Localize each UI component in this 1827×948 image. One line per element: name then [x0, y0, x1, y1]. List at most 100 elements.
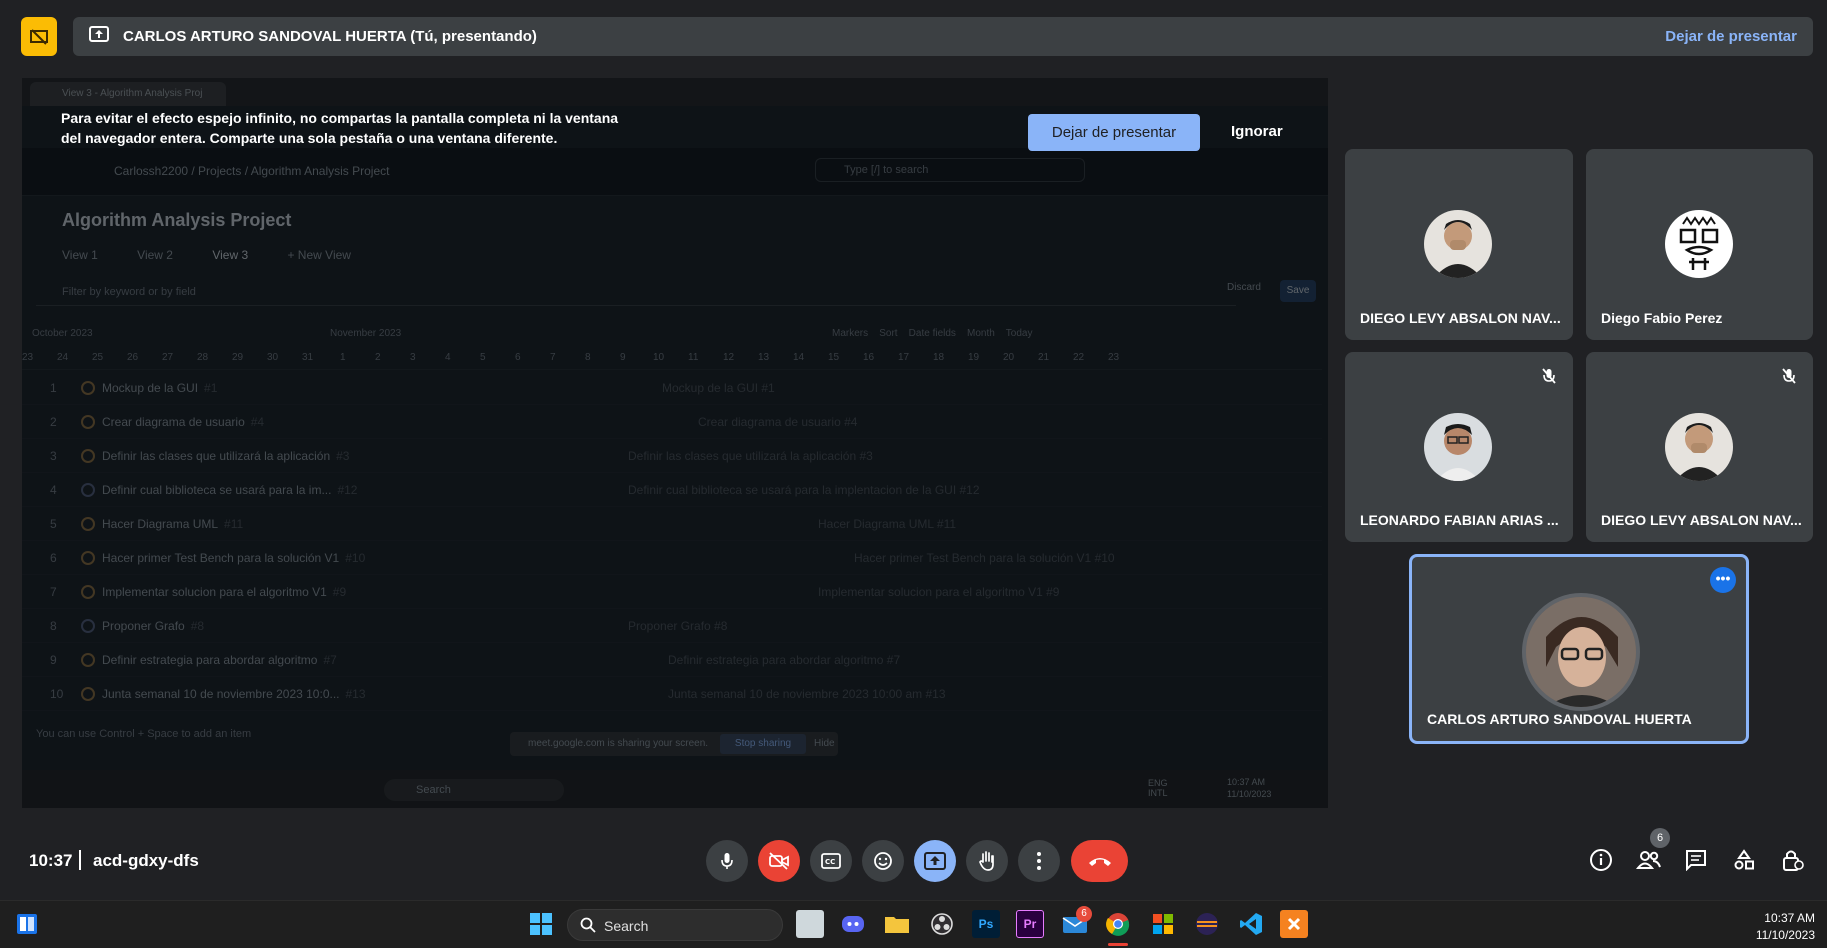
project-title: Algorithm Analysis Project: [62, 210, 292, 230]
folder-icon[interactable]: [883, 910, 911, 938]
host-controls-button[interactable]: [1778, 845, 1808, 875]
more-options-icon[interactable]: •••: [1710, 567, 1736, 593]
discord-icon[interactable]: [839, 910, 867, 938]
table-row: 4 Definir cual biblioteca se usará para …: [22, 473, 1322, 507]
roadmap-months: October 2023 November 2023 Markers Sort …: [32, 328, 1322, 339]
roadmap-days: 23 24 25 26 27 28 29 30 31 1 2 3 4 5 6 7 8 9 10 11 12 13 14 15…: [22, 348, 1322, 370]
premiere-icon[interactable]: Pr: [1016, 910, 1044, 938]
camera-off-icon: [769, 852, 789, 870]
divider: [79, 850, 81, 870]
presenting-indicator-icon: [21, 17, 57, 56]
table-row: 2 Crear diagrama de usuario #4 Crear diag…: [22, 405, 1322, 439]
participant-name: Diego Fabio Perez: [1601, 310, 1723, 326]
raise-hand-icon: [979, 851, 994, 871]
reactions-button[interactable]: [862, 840, 904, 882]
meeting-code: acd-gdxy-dfs: [93, 851, 199, 870]
ignore-button[interactable]: Ignorar: [1231, 123, 1283, 140]
end-call-button[interactable]: [1071, 840, 1128, 882]
mic-off-icon: [1779, 366, 1799, 386]
activities-icon: [1734, 849, 1754, 870]
mirror-warning-text: Para evitar el efecto espejo infinito, n…: [61, 110, 619, 146]
participant-tile[interactable]: DIEGO LEVY ABSALON NAV...: [1586, 352, 1813, 542]
chrome-icon[interactable]: [1104, 910, 1132, 938]
table-row: 1 Mockup de la GUI #1 Mockup de la GUI #1: [22, 371, 1322, 405]
shared-language: ENG INTL: [1148, 778, 1168, 798]
eclipse-icon[interactable]: [1193, 910, 1221, 938]
people-button[interactable]: [1634, 845, 1664, 875]
table-row: 9 Definir estrategia para abordar algori…: [22, 643, 1322, 677]
task-view-icon[interactable]: [13, 910, 41, 938]
windows-taskbar: [0, 900, 1827, 948]
presenting-banner: CARLOS ARTURO SANDOVAL HUERTA (Tú, prese…: [73, 17, 1813, 56]
shared-taskbar: Search ENG INTL 10:37 AM 11/10/2023: [22, 770, 1328, 808]
breadcrumb: Carlossh2200 / Projects / Algorithm Anal…: [114, 164, 390, 178]
participant-name: CARLOS ARTURO SANDOVAL HUERTA: [1427, 711, 1692, 727]
tab-view-2: View 2: [137, 248, 173, 262]
month-october: October 2023: [32, 328, 93, 339]
browser-tab: View 3 - Algorithm Analysis Proj: [30, 82, 226, 106]
info-icon: [1590, 849, 1612, 871]
month-november: November 2023: [330, 328, 402, 339]
table-row: 10 Junta semanal 10 de noviembre 2023 10…: [22, 677, 1322, 711]
roadmap-toolbar: Markers Sort Date fields Month Today: [832, 328, 1033, 339]
raise-hand-button[interactable]: [966, 840, 1008, 882]
activities-button[interactable]: [1729, 845, 1759, 875]
office-icon[interactable]: [1149, 910, 1177, 938]
participant-tile[interactable]: DIEGO LEVY ABSALON NAV...: [1345, 149, 1573, 340]
browser-tab-bar: View 3 - Algorithm Analysis Proj: [22, 78, 1328, 106]
tab-view-1: View 1: [62, 248, 98, 262]
end-call-icon: [1088, 858, 1111, 866]
table-row: 7 Implementar solucion para el algoritmo…: [22, 575, 1322, 609]
table-row: 6 Hacer primer Test Bench para la soluci…: [22, 541, 1322, 575]
microphone-icon: [721, 853, 733, 869]
self-participant-tile[interactable]: ••• CARLOS ARTURO SANDOVAL HUERTA: [1409, 554, 1749, 744]
participant-tile[interactable]: Diego Fabio Perez: [1586, 149, 1813, 340]
table-row: 3 Definir las clases que utilizará la ap…: [22, 439, 1322, 473]
new-view: + New View: [287, 248, 351, 262]
shared-taskbar-search: Search: [384, 779, 564, 801]
meeting-details-button[interactable]: [1586, 845, 1616, 875]
filter-input: Filter by keyword or by field: [36, 280, 1236, 306]
avatar: [1424, 210, 1492, 278]
mail-badge: 6: [1076, 906, 1092, 922]
stop-presenting-link[interactable]: Dejar de presentar: [1665, 28, 1797, 45]
chat-icon: [1686, 850, 1706, 871]
participant-tile[interactable]: LEONARDO FABIAN ARIAS ...: [1345, 352, 1573, 542]
photoshop-icon[interactable]: Ps: [972, 910, 1000, 938]
present-screen-icon: [924, 852, 946, 870]
avatar: [1522, 593, 1640, 711]
discard-button: Discard: [1227, 282, 1261, 293]
avatar: [1424, 413, 1492, 481]
windows-start-icon[interactable]: [527, 910, 555, 938]
lock-person-icon: [1783, 850, 1804, 871]
captions-icon: CC: [821, 853, 841, 869]
participant-name: DIEGO LEVY ABSALON NAV...: [1601, 512, 1802, 528]
vscode-icon[interactable]: [1237, 910, 1265, 938]
obs-icon[interactable]: [928, 910, 956, 938]
microphone-button[interactable]: [706, 840, 748, 882]
mic-off-icon: [1539, 366, 1559, 386]
people-icon: [1636, 851, 1661, 869]
xampp-icon[interactable]: [1280, 910, 1308, 938]
table-row: 8 Proponer Grafo #8 Proponer Grafo #8: [22, 609, 1322, 643]
search-icon: [580, 917, 596, 936]
more-options-button[interactable]: [1018, 840, 1060, 882]
taskbar-search-input[interactable]: Search: [567, 909, 783, 941]
file-explorer-window-icon[interactable]: [796, 910, 824, 938]
camera-off-button[interactable]: [758, 840, 800, 882]
captions-button[interactable]: CC: [810, 840, 852, 882]
table-row: 5 Hacer Diagrama UML #11 Hacer Diagrama U…: [22, 507, 1322, 541]
present-screen-button[interactable]: [914, 840, 956, 882]
participant-name: LEONARDO FABIAN ARIAS ...: [1360, 512, 1559, 528]
warning-stop-presenting-button[interactable]: Dejar de presentar: [1028, 114, 1200, 151]
shared-time: 10:37 AM: [1227, 777, 1266, 787]
svg-text:CC: CC: [825, 858, 835, 866]
participant-name: DIEGO LEVY ABSALON NAV...: [1360, 310, 1561, 326]
avatar: [1665, 413, 1733, 481]
save-button: Save: [1280, 280, 1316, 302]
shared-date: 11/10/2023: [1227, 789, 1272, 799]
presenter-title: CARLOS ARTURO SANDOVAL HUERTA (Tú, prese…: [123, 28, 537, 45]
add-item-hint: You can use Control + Space to add an it…: [36, 728, 252, 740]
chat-button[interactable]: [1681, 845, 1711, 875]
active-app-indicator: [1108, 943, 1128, 946]
